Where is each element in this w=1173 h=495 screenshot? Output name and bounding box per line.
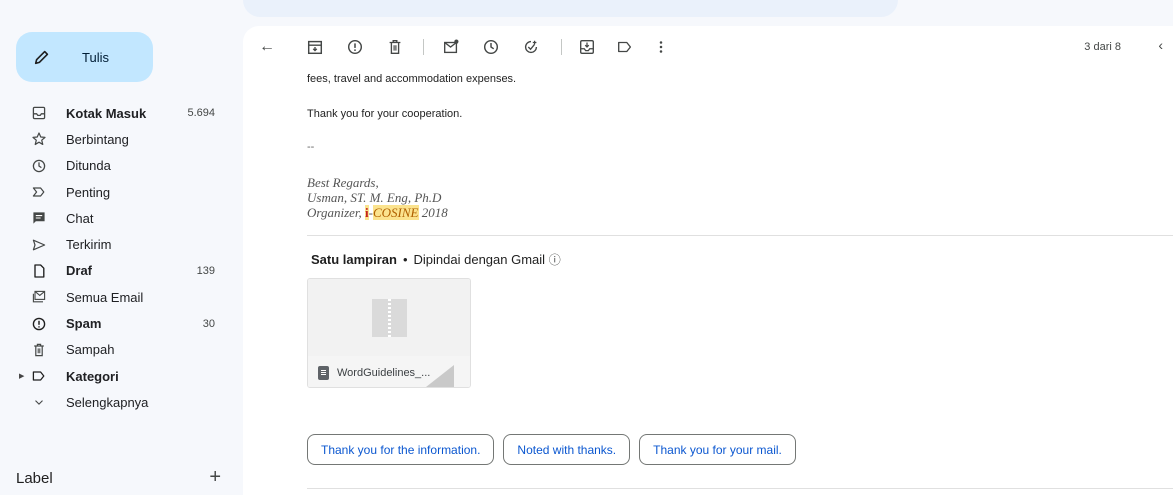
mark-unread-icon[interactable] [441, 37, 461, 57]
spam-count: 30 [202, 317, 215, 330]
signature-text: Organizer, [307, 205, 366, 220]
sidebar-item-chat[interactable]: Chat [0, 205, 243, 231]
delete-icon[interactable] [385, 37, 405, 57]
sidebar-item-label: Chat [66, 210, 94, 226]
body-text: fees, travel and accommodation expenses. [307, 73, 517, 85]
sidebar-item-inbox[interactable]: Kotak Masuk 5.694 [0, 100, 243, 126]
signature-text: 2018 [418, 205, 448, 220]
labels-section: Label + [16, 467, 221, 487]
sidebar-item-spam[interactable]: Spam 30 [0, 310, 243, 336]
add-to-tasks-icon[interactable] [521, 37, 541, 57]
pencil-icon [32, 47, 52, 67]
sidebar-item-label: Draf [66, 263, 93, 279]
sidebar-item-label: Berbintang [66, 131, 129, 147]
sidebar-nav: Kotak Masuk 5.694 Berbintang Ditunda Pen… [0, 100, 243, 416]
signature-separator: -- [307, 141, 315, 153]
back-button[interactable]: ← [257, 37, 277, 57]
sidebar-item-important[interactable]: Penting [0, 179, 243, 205]
sidebar-item-categories[interactable]: ▶ Kategori [0, 363, 243, 389]
add-label-button[interactable]: + [209, 467, 221, 487]
sidebar-item-label: Sampah [66, 342, 115, 358]
gmail-app: Tulis Kotak Masuk 5.694 Berbintang Ditun… [0, 0, 1173, 495]
signature-line: Usman, ST. M. Eng, Ph.D [307, 190, 442, 205]
sidebar-item-all-mail[interactable]: Semua Email [0, 284, 243, 310]
attachment-filename: WordGuidelines_... [337, 366, 431, 379]
document-icon [318, 365, 329, 380]
section-divider [307, 235, 1173, 236]
signature-line: Best Regards, [307, 175, 379, 190]
signature: Best Regards, Usman, ST. M. Eng, Ph.D Or… [307, 175, 448, 220]
sidebar-item-more[interactable]: Selengkapnya [0, 389, 243, 415]
archive-icon[interactable] [305, 37, 325, 57]
unread-count: 5.694 [187, 107, 215, 120]
section-divider [307, 488, 1173, 489]
snooze-icon[interactable] [481, 37, 501, 57]
clock-icon [29, 156, 49, 176]
pagination-text: 3 dari 8 [1084, 41, 1121, 53]
message-view: ← 3 dari 8 ‹ fees, travel and accommodat… [243, 26, 1173, 495]
attachment-count: Satu lampiran [311, 252, 397, 267]
important-icon [29, 182, 49, 202]
sidebar-item-label: Semua Email [66, 289, 144, 305]
label-icon [29, 366, 49, 386]
toolbar-divider [423, 39, 424, 55]
chevron-down-icon [29, 392, 49, 412]
toolbar-divider [561, 39, 562, 55]
attachments-heading: Satu lampiran • Dipindai dengan Gmail ⓘ [311, 251, 561, 268]
labels-heading: Label [16, 470, 53, 487]
scan-status: Dipindai dengan Gmail [413, 252, 546, 267]
attachment-card[interactable]: WordGuidelines_... [307, 278, 471, 388]
sidebar-item-starred[interactable]: Berbintang [0, 126, 243, 152]
zip-file-icon [372, 299, 407, 337]
sidebar-item-label: Terkirim [66, 237, 112, 253]
send-icon [29, 235, 49, 255]
sidebar-item-label: Penting [66, 184, 111, 200]
sidebar-item-trash[interactable]: Sampah [0, 337, 243, 363]
highlight-text: COSINE [373, 205, 419, 220]
signature-line: Organizer, i-COSINE 2018 [307, 205, 448, 220]
smart-reply-button[interactable]: Noted with thanks. [503, 434, 631, 465]
page-fold-icon [426, 365, 454, 387]
draft-icon [29, 261, 49, 281]
search-bar[interactable] [243, 0, 898, 17]
report-spam-icon[interactable] [345, 37, 365, 57]
trash-icon [29, 340, 49, 360]
sidebar-item-label: Kategori [66, 368, 119, 384]
star-icon [29, 129, 49, 149]
message-toolbar: ← 3 dari 8 ‹ [243, 26, 1173, 68]
compose-label: Tulis [82, 49, 109, 65]
sidebar-item-label: Ditunda [66, 158, 111, 174]
all-mail-icon [29, 287, 49, 307]
attachment-thumbnail [308, 279, 470, 356]
inbox-icon [29, 103, 49, 123]
sidebar: Tulis Kotak Masuk 5.694 Berbintang Ditun… [0, 0, 243, 495]
label-as-icon[interactable] [615, 37, 635, 57]
smart-reply-button[interactable]: Thank you for your mail. [639, 434, 796, 465]
draft-count: 139 [196, 264, 215, 277]
sidebar-item-label: Selengkapnya [66, 394, 149, 410]
sidebar-item-sent[interactable]: Terkirim [0, 231, 243, 257]
older-button[interactable]: ‹ [1158, 37, 1163, 53]
sidebar-item-label: Spam [66, 316, 102, 332]
spam-icon [29, 314, 49, 334]
compose-button[interactable]: Tulis [16, 32, 153, 82]
body-text: Thank you for your cooperation. [307, 108, 463, 120]
smart-reply-button[interactable]: Thank you for the information. [307, 434, 495, 465]
chat-icon [29, 208, 49, 228]
more-options-icon[interactable] [651, 37, 671, 57]
info-icon[interactable]: ⓘ [549, 253, 561, 267]
separator-dot: • [402, 252, 408, 267]
sidebar-item-label: Kotak Masuk [66, 105, 147, 121]
expand-arrow-icon[interactable]: ▶ [19, 372, 24, 380]
move-to-icon[interactable] [577, 37, 597, 57]
smart-replies: Thank you for the information. Noted wit… [307, 434, 796, 465]
sidebar-item-drafts[interactable]: Draf 139 [0, 258, 243, 284]
sidebar-item-snoozed[interactable]: Ditunda [0, 153, 243, 179]
